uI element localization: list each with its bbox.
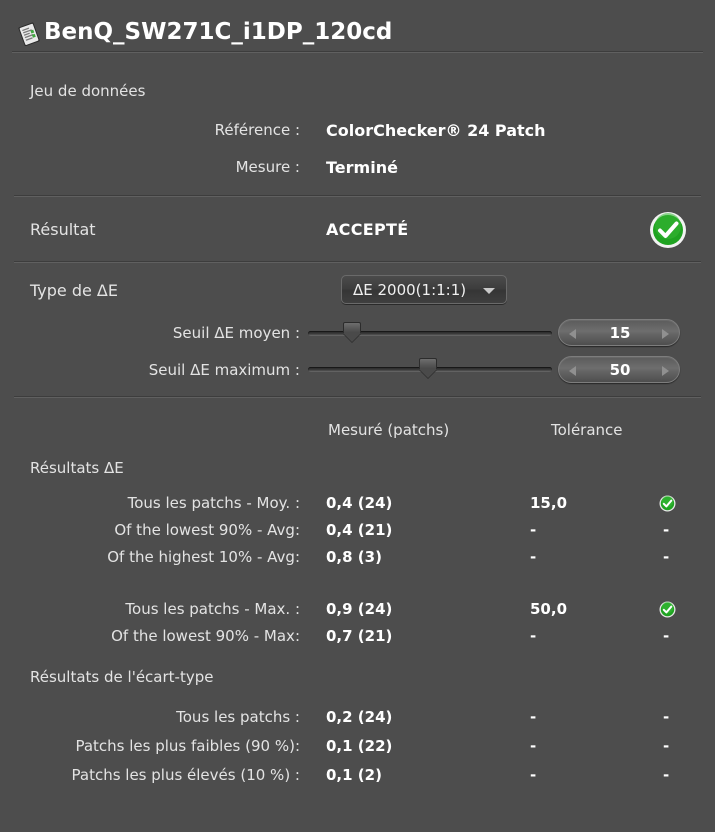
row-tolerance-value: - xyxy=(530,521,537,539)
table-row: Of the lowest 90% - Avg: 0,4 (21) - - xyxy=(0,521,715,547)
chevron-down-icon xyxy=(483,288,495,294)
row-tolerance-value: - xyxy=(530,548,537,566)
row-measured-value: 0,2 (24) xyxy=(326,708,393,726)
table-row: Patchs les plus élevés (10 %) : 0,1 (2) - - xyxy=(0,766,715,792)
divider-result xyxy=(14,261,701,263)
dataset-section-label: Jeu de données xyxy=(30,82,146,100)
reference-label: Référence : xyxy=(214,121,300,139)
slider-handle-tip xyxy=(342,333,361,342)
row-label: Tous les patchs : xyxy=(176,708,300,726)
result-label: Résultat xyxy=(30,220,96,239)
reference-row: Référence : ColorChecker® 24 Patch xyxy=(0,121,715,147)
mean-threshold-spinner[interactable]: 15 xyxy=(558,319,680,346)
divider-dataset xyxy=(14,195,701,197)
row-tolerance-value: - xyxy=(530,737,537,755)
green-check-circle-icon xyxy=(659,495,676,512)
row-status-dash: - xyxy=(663,708,670,726)
row-status-dash: - xyxy=(663,766,670,784)
page-title: BenQ_SW271C_i1DP_120cd xyxy=(44,19,393,45)
green-check-circle-icon xyxy=(650,212,686,248)
row-measured-value: 0,1 (2) xyxy=(326,766,382,784)
row-label: Patchs les plus élevés (10 %) : xyxy=(71,766,301,784)
row-measured-value: 0,1 (22) xyxy=(326,737,393,755)
row-status-dash: - xyxy=(663,627,670,645)
spinner-increment-icon[interactable] xyxy=(662,329,669,339)
row-tolerance-value: - xyxy=(530,627,537,645)
max-threshold-slider-handle[interactable] xyxy=(418,358,437,378)
results-section-heading: Résultats de l'écart-type xyxy=(30,668,214,686)
row-measured-value: 0,4 (24) xyxy=(326,494,393,512)
green-check-circle-icon xyxy=(659,601,676,618)
table-row: Of the lowest 90% - Max: 0,7 (21) - - xyxy=(0,627,715,653)
row-status-dash: - xyxy=(663,737,670,755)
row-measured-value: 0,8 (3) xyxy=(326,548,382,566)
row-status-dash: - xyxy=(663,521,670,539)
row-tolerance-value: 15,0 xyxy=(530,494,568,512)
row-tolerance-value: - xyxy=(530,766,537,784)
row-label: Patchs les plus faibles (90 %): xyxy=(75,737,300,755)
row-label: Of the highest 10% - Avg: xyxy=(107,548,300,566)
dataset-section-row: Jeu de données xyxy=(0,82,715,108)
report-document-icon xyxy=(18,22,40,46)
slider-handle-tip xyxy=(418,369,437,378)
row-measured-value: 0,9 (24) xyxy=(326,600,393,618)
row-status-dash: - xyxy=(663,548,670,566)
table-row: Patchs les plus faibles (90 %): 0,1 (22) -… xyxy=(0,737,715,763)
max-threshold-label: Seuil ΔE maximum : xyxy=(148,361,300,379)
reference-value: ColorChecker® 24 Patch xyxy=(326,121,546,140)
row-tolerance-value: - xyxy=(530,708,537,726)
table-row: Tous les patchs - Moy. : 0,4 (24) 15,0 xyxy=(0,494,715,520)
table-row: Tous les patchs - Max. : 0,9 (24) 50,0 xyxy=(0,600,715,626)
divider-title xyxy=(12,51,703,53)
results-section-heading: Résultats ΔE xyxy=(30,459,124,477)
row-label: Tous les patchs - Max. : xyxy=(125,600,300,618)
title-bar: BenQ_SW271C_i1DP_120cd xyxy=(0,0,715,52)
measure-label: Mesure : xyxy=(235,158,300,176)
mean-threshold-slider-handle[interactable] xyxy=(342,322,361,342)
table-row: Tous les patchs : 0,2 (24) - - xyxy=(0,708,715,734)
row-label: Tous les patchs - Moy. : xyxy=(127,494,300,512)
delta-e-type-dropdown[interactable]: ΔE 2000(1:1:1) xyxy=(341,275,507,304)
delta-e-type-value: ΔE 2000(1:1:1) xyxy=(353,281,467,299)
mean-threshold-label: Seuil ΔE moyen : xyxy=(172,324,300,342)
result-verdict: ACCEPTÉ xyxy=(326,220,409,239)
measure-row: Mesure : Terminé xyxy=(0,158,715,184)
row-label: Of the lowest 90% - Max: xyxy=(111,627,300,645)
spinner-increment-icon[interactable] xyxy=(662,366,669,376)
divider-thresholds xyxy=(14,396,701,398)
row-tolerance-value: 50,0 xyxy=(530,600,568,618)
column-header-measured: Mesuré (patchs) xyxy=(328,421,450,439)
measure-value: Terminé xyxy=(326,158,398,177)
delta-e-type-label: Type de ΔE xyxy=(30,281,118,300)
row-measured-value: 0,4 (21) xyxy=(326,521,393,539)
max-threshold-spinner[interactable]: 50 xyxy=(558,356,680,383)
row-label: Of the lowest 90% - Avg: xyxy=(114,521,300,539)
column-header-tolerance: Tolérance xyxy=(551,421,623,439)
table-row: Of the highest 10% - Avg: 0,8 (3) - - xyxy=(0,548,715,574)
row-measured-value: 0,7 (21) xyxy=(326,627,393,645)
report-panel: BenQ_SW271C_i1DP_120cd Jeu de données Ré… xyxy=(0,0,715,832)
